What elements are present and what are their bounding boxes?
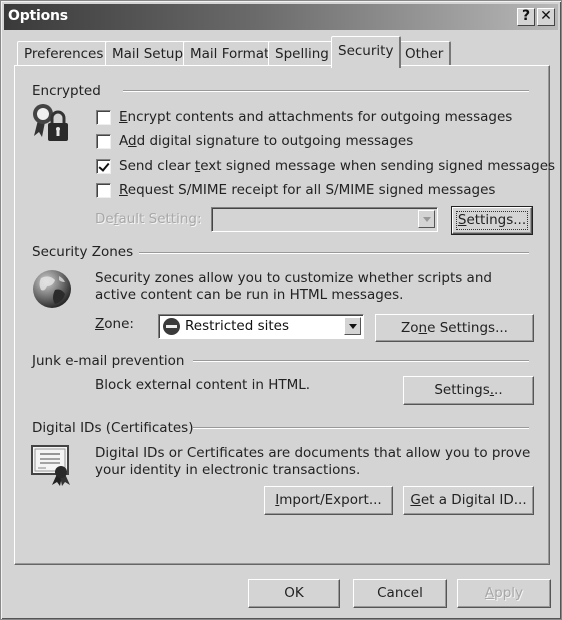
send-clear-text-checkbox[interactable]: [96, 158, 111, 174]
junk-email-divider: [193, 360, 529, 362]
junk-email-heading: Junk e-mail prevention: [32, 353, 185, 369]
add-digital-signature-label: Add digital signature to outgoing messag…: [119, 133, 414, 149]
tab-label: Mail Setup: [112, 46, 184, 62]
encrypted-divider: [123, 90, 529, 92]
tab-label: Spelling: [275, 46, 329, 62]
apply-button[interactable]: Apply: [457, 579, 551, 608]
zone-value: Restricted sites: [185, 318, 290, 334]
default-setting-label: Default Setting:: [95, 211, 202, 227]
import-export-button[interactable]: Import/Export...: [264, 486, 393, 515]
chevron-down-icon[interactable]: [344, 317, 361, 335]
certificate-lock-icon: [33, 104, 68, 141]
tab-label: Other: [405, 46, 444, 62]
tab-spelling[interactable]: Spelling: [268, 41, 337, 66]
junk-settings-button[interactable]: Settings...: [403, 376, 534, 405]
security-zones-divider: [139, 252, 529, 254]
security-zones-heading: Security Zones: [32, 244, 134, 260]
tab-security[interactable]: Security: [331, 36, 402, 68]
window-title: Options: [8, 8, 68, 24]
restricted-icon: [163, 318, 180, 335]
digital-ids-heading: Digital IDs (Certificates): [32, 420, 194, 436]
request-smime-receipt-checkbox[interactable]: [96, 182, 111, 198]
zone-dropdown[interactable]: Restricted sites: [158, 314, 364, 339]
certificate-icon: [31, 445, 70, 486]
add-digital-signature-option[interactable]: Add digital signature to outgoing messag…: [96, 132, 413, 150]
ok-button[interactable]: OK: [248, 579, 340, 608]
digital-ids-divider: [193, 427, 529, 429]
get-digital-id-button[interactable]: Get a Digital ID...: [403, 486, 534, 515]
add-digital-signature-checkbox[interactable]: [96, 133, 111, 149]
encryption-settings-button[interactable]: Settings...: [451, 206, 533, 235]
digital-ids-description: Digital IDs or Certificates are document…: [95, 445, 531, 478]
title-bar: Options ? ✕: [4, 4, 558, 30]
options-dialog: Options ? ✕ Preferences Mail Setup Mail …: [0, 0, 562, 620]
focus-ring: [456, 211, 528, 230]
junk-email-description: Block external content in HTML.: [95, 377, 311, 393]
send-clear-text-option[interactable]: Send clear text signed message when send…: [96, 157, 555, 175]
tab-other[interactable]: Other: [398, 41, 452, 66]
tab-label: Mail Format: [190, 46, 270, 62]
tab-mail-format[interactable]: Mail Format: [183, 41, 278, 66]
tab-preferences[interactable]: Preferences: [17, 41, 112, 66]
cancel-button[interactable]: Cancel: [353, 579, 447, 608]
tab-label: Security: [338, 43, 394, 59]
encrypt-contents-label: Encrypt contents and attachments for out…: [119, 109, 513, 125]
encrypt-contents-checkbox[interactable]: [96, 109, 111, 125]
close-button[interactable]: ✕: [537, 8, 555, 26]
chevron-down-icon[interactable]: [418, 210, 435, 228]
request-smime-receipt-option[interactable]: Request S/MIME receipt for all S/MIME si…: [96, 181, 495, 199]
zone-label: Zone:: [95, 316, 134, 332]
security-tab-panel: Encrypted Encrypt contents and attachmen…: [14, 65, 555, 565]
encrypted-heading: Encrypted: [32, 83, 101, 99]
tab-label: Preferences: [24, 46, 104, 62]
tab-mail-setup[interactable]: Mail Setup: [105, 41, 192, 66]
default-setting-dropdown[interactable]: [211, 207, 438, 232]
encrypt-contents-option[interactable]: Encrypt contents and attachments for out…: [96, 108, 512, 126]
globe-icon: [33, 270, 71, 308]
send-clear-text-label: Send clear text signed message when send…: [119, 158, 556, 174]
security-zones-description: Security zones allow you to customize wh…: [95, 270, 492, 303]
zone-settings-button[interactable]: Zone Settings...: [375, 314, 534, 342]
request-smime-receipt-label: Request S/MIME receipt for all S/MIME si…: [119, 182, 496, 198]
help-button[interactable]: ?: [517, 8, 535, 26]
